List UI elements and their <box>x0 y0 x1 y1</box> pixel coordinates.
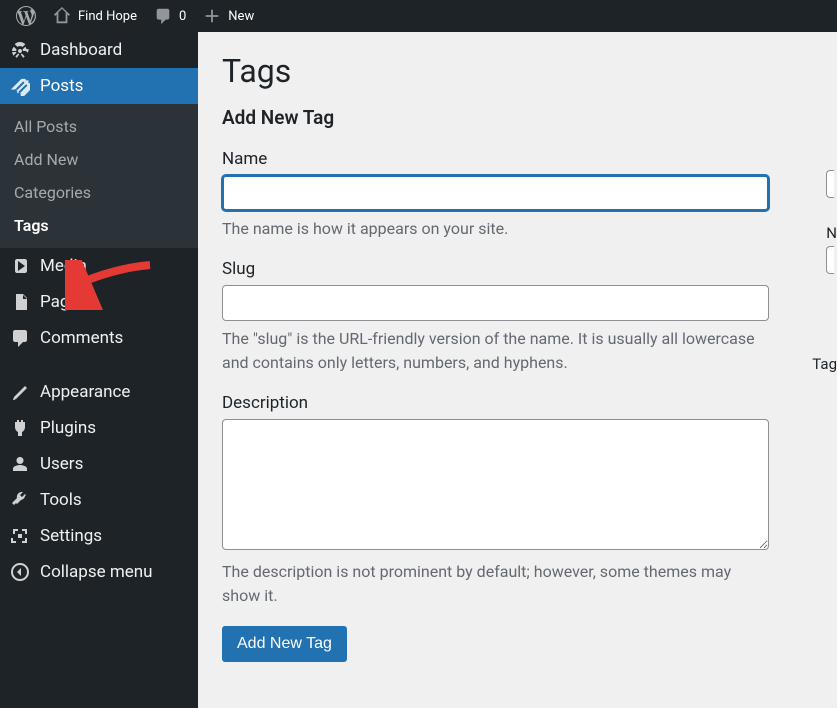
pages-label: Pages <box>40 292 87 312</box>
posts-icon <box>10 76 30 96</box>
tools-label: Tools <box>40 490 82 510</box>
comments-link[interactable]: 0 <box>145 0 194 32</box>
right-n-label: N <box>826 224 837 242</box>
new-content-link[interactable]: New <box>194 0 262 32</box>
sidebar-item-media[interactable]: Media <box>0 248 198 284</box>
slug-label: Slug <box>222 259 813 279</box>
home-icon <box>52 6 72 26</box>
sidebar-item-settings[interactable]: Settings <box>0 518 198 554</box>
comments-label: Comments <box>40 328 123 348</box>
collapse-icon <box>10 562 30 582</box>
right-input-fragment-2[interactable] <box>826 246 834 274</box>
right-input-fragment-1[interactable] <box>826 170 834 198</box>
submenu-tags[interactable]: Tags <box>0 209 198 242</box>
sidebar-item-comments[interactable]: Comments <box>0 320 198 356</box>
comments-menu-icon <box>10 328 30 348</box>
appearance-icon <box>10 382 30 402</box>
slug-help-text: The "slug" is the URL-friendly version o… <box>222 327 772 375</box>
settings-label: Settings <box>40 526 102 546</box>
comments-icon <box>153 6 173 26</box>
description-field-wrap: Description The description is not promi… <box>222 393 813 608</box>
admin-topbar: Find Hope 0 New <box>0 0 837 32</box>
comments-count: 0 <box>179 9 186 24</box>
new-label: New <box>228 9 254 24</box>
sidebar-item-appearance[interactable]: Appearance <box>0 374 198 410</box>
submenu-add-new[interactable]: Add New <box>0 143 198 176</box>
wordpress-logo-icon <box>16 6 36 26</box>
right-tag-label: Tag <box>812 355 837 373</box>
users-icon <box>10 454 30 474</box>
description-help-text: The description is not prominent by defa… <box>222 560 772 608</box>
pages-icon <box>10 292 30 312</box>
name-field-wrap: Name The name is how it appears on your … <box>222 149 813 241</box>
users-label: Users <box>40 454 83 474</box>
plugins-label: Plugins <box>40 418 96 438</box>
collapse-label: Collapse menu <box>40 562 153 582</box>
submenu-all-posts[interactable]: All Posts <box>0 110 198 143</box>
sidebar-item-plugins[interactable]: Plugins <box>0 410 198 446</box>
media-icon <box>10 256 30 276</box>
name-input[interactable] <box>222 175 769 211</box>
main-content: Tags Add New Tag Name The name is how it… <box>198 32 837 708</box>
slug-field-wrap: Slug The "slug" is the URL-friendly vers… <box>222 259 813 375</box>
tools-icon <box>10 490 30 510</box>
name-label: Name <box>222 149 813 169</box>
submit-button[interactable]: Add New Tag <box>222 626 347 662</box>
wp-logo-menu[interactable] <box>8 0 44 32</box>
plus-icon <box>202 6 222 26</box>
media-label: Media <box>40 256 87 276</box>
site-name-label: Find Hope <box>78 9 137 24</box>
dashboard-icon <box>10 40 30 60</box>
form-heading: Add New Tag <box>222 106 813 129</box>
posts-submenu: All Posts Add New Categories Tags <box>0 104 198 248</box>
site-name-link[interactable]: Find Hope <box>44 0 145 32</box>
name-help-text: The name is how it appears on your site. <box>222 217 772 241</box>
sidebar-item-pages[interactable]: Pages <box>0 284 198 320</box>
sidebar-item-users[interactable]: Users <box>0 446 198 482</box>
plugins-icon <box>10 418 30 438</box>
appearance-label: Appearance <box>40 382 130 402</box>
submenu-categories[interactable]: Categories <box>0 176 198 209</box>
collapse-menu[interactable]: Collapse menu <box>0 554 198 590</box>
settings-icon <box>10 526 30 546</box>
sidebar-item-posts[interactable]: Posts <box>0 68 198 104</box>
sidebar-item-tools[interactable]: Tools <box>0 482 198 518</box>
sidebar-item-dashboard[interactable]: Dashboard <box>0 32 198 68</box>
admin-sidebar: Dashboard Posts All Posts Add New Catego… <box>0 32 198 708</box>
posts-label: Posts <box>40 76 83 96</box>
description-label: Description <box>222 393 813 413</box>
description-textarea[interactable] <box>222 419 769 550</box>
dashboard-label: Dashboard <box>40 40 122 60</box>
slug-input[interactable] <box>222 285 769 321</box>
page-title: Tags <box>222 52 813 90</box>
right-panel-edge: N Tag <box>826 170 837 300</box>
